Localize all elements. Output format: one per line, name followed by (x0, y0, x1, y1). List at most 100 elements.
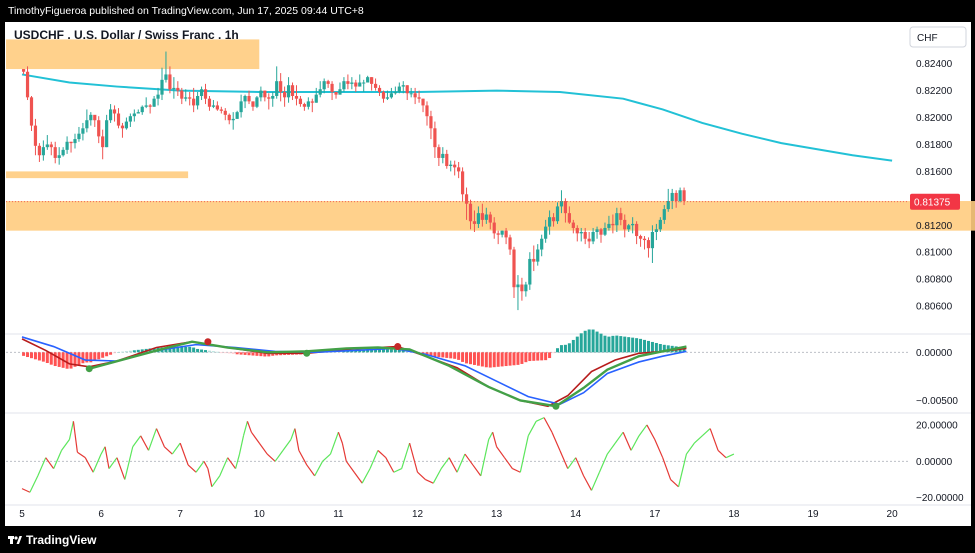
candle-body (619, 213, 623, 220)
macd-histogram-bar (136, 349, 140, 353)
candle-body (484, 214, 488, 220)
candle-body (239, 101, 243, 113)
candle-body (642, 238, 647, 241)
macd-histogram-bar (488, 352, 492, 368)
osc-segment (322, 453, 331, 462)
candle-body (373, 83, 378, 88)
macd-histogram-bar (117, 352, 121, 353)
candle-body (227, 114, 231, 121)
candle-body (21, 69, 26, 72)
osc-segment (203, 461, 209, 469)
footer-brand: TradingView (26, 533, 97, 547)
osc-segment (77, 451, 86, 459)
macd-histogram-bar (453, 352, 457, 359)
candle-body (591, 232, 595, 242)
candle-body (152, 98, 156, 107)
candle-body (579, 232, 583, 234)
macd-histogram-bar (445, 352, 449, 358)
osc-segment (345, 460, 355, 473)
osc-segment (448, 457, 458, 473)
osc-segment (274, 450, 284, 462)
osc-segment (519, 435, 529, 473)
osc-segment (456, 453, 466, 473)
candle-body (199, 89, 204, 96)
candle-body (678, 190, 682, 202)
chart-canvas[interactable]: 0.81375 0.82400 0.82200 0.82000 0.81800 0.816… (0, 0, 975, 553)
candle-body (156, 94, 160, 99)
candle-body (290, 85, 295, 96)
moving-average-line (21, 73, 893, 162)
price-tick-label: 0.81800 (916, 140, 953, 151)
candle-body (180, 90, 184, 99)
candle-body (207, 98, 212, 107)
osc-segment (646, 424, 656, 440)
macd-histogram-bar (623, 336, 627, 353)
candle-body (370, 77, 374, 84)
osc-segment (492, 432, 498, 447)
macd-cross-marker (303, 349, 311, 357)
candle-body (243, 95, 247, 102)
time-tick-label: 17 (649, 509, 661, 520)
candle-body (654, 229, 658, 232)
candle-body (144, 105, 148, 107)
osc-segment (147, 428, 158, 451)
macd-histogram-bar (579, 333, 583, 353)
candle-body (350, 82, 354, 84)
candle-body (346, 81, 350, 84)
osc-segment (258, 442, 268, 455)
osc-segment (630, 435, 640, 451)
macd-histogram-bar (492, 352, 496, 368)
footer-bar: TradingView (0, 527, 975, 553)
osc-segment (590, 472, 600, 491)
macd-histogram-bar (504, 352, 508, 367)
candle-body (524, 284, 528, 292)
macd-histogram-bar (105, 352, 109, 357)
macd-histogram-bar (97, 352, 101, 360)
macd-cross-marker (394, 343, 402, 351)
macd-histogram-bar (381, 349, 385, 353)
candle-body (318, 89, 322, 95)
macd-tick-label: 0.00000 (916, 348, 953, 359)
candle-body (563, 201, 568, 214)
osc-segment (45, 457, 55, 469)
macd-histogram-bar (631, 337, 635, 353)
price-tick-label: 0.81200 (916, 221, 953, 232)
osc-segment (207, 468, 213, 487)
candle-body (29, 97, 34, 126)
candle-body (603, 227, 607, 235)
candle-body (536, 249, 540, 262)
macd-histogram-bar (219, 352, 223, 354)
macd-histogram-bar (575, 336, 579, 353)
macd-histogram-bar (57, 352, 61, 367)
macd-histogram-bar (184, 346, 188, 353)
candle-body (599, 229, 603, 235)
candle-body (120, 125, 125, 129)
macd-histogram-bar (484, 352, 488, 368)
candle-body (168, 74, 172, 90)
candle-body (314, 94, 318, 103)
candle-body (53, 147, 57, 158)
osc-segment (84, 457, 94, 473)
macd-histogram-bar (124, 351, 128, 353)
osc-segment (290, 428, 296, 440)
currency-label[interactable]: CHF (917, 33, 938, 44)
macd-histogram-bar (639, 338, 643, 353)
candle-body (377, 87, 382, 92)
candle-body (342, 81, 346, 90)
time-tick-label: 20 (887, 509, 899, 520)
candle-body (219, 109, 223, 111)
price-tick-label: 0.80800 (916, 275, 953, 286)
candle-body (203, 89, 208, 99)
macd-histogram-bar (180, 347, 184, 353)
candle-body (275, 81, 279, 96)
macd-histogram-bar (567, 343, 571, 353)
osc-segment (567, 457, 577, 469)
price-zone (6, 39, 260, 70)
macd-histogram-bar (468, 352, 472, 365)
macd-cross-marker (85, 365, 93, 373)
macd-histogram-bar (552, 352, 556, 354)
osc-segment (140, 435, 150, 451)
candle-body (453, 164, 457, 168)
macd-histogram-bar (211, 351, 215, 353)
macd-histogram-bar (461, 352, 465, 362)
